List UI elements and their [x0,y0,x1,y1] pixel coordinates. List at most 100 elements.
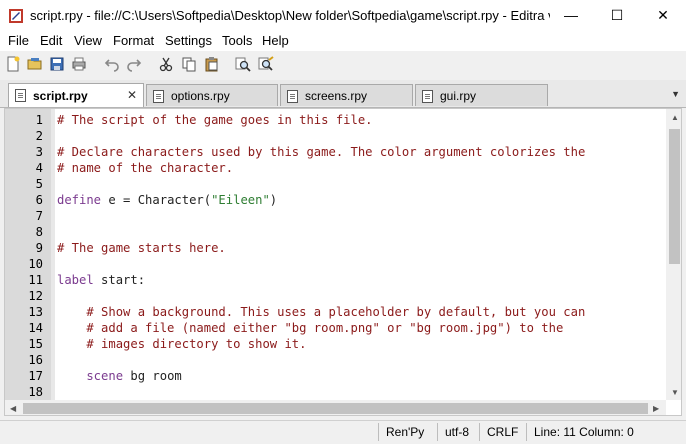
code-line: 15 # images directory to show it. [5,336,665,352]
line-number: 17 [28,369,43,383]
code-line: 8 [5,224,665,240]
save-icon[interactable] [48,55,66,73]
code-token: bg room [123,369,182,383]
redo-icon[interactable] [125,55,143,73]
line-number: 18 [28,385,43,399]
scroll-down-icon[interactable]: ▼ [671,388,679,397]
line-number: 4 [35,161,43,175]
line-number: 14 [28,321,43,335]
tab-close-icon[interactable]: ✕ [127,88,137,102]
line-number: 1 [35,113,43,127]
scroll-left-icon[interactable]: ◀ [10,404,16,413]
code-text: scene bg room [57,368,182,384]
code-line: 1 # The script of the game goes in this f… [5,112,665,128]
code-text: # The script of the game goes in this fi… [57,112,373,128]
tab-options-rpy[interactable]: options.rpy [146,84,278,106]
code-text: # add a file (named either "bg room.png"… [57,320,563,336]
tab-label: script.rpy [33,89,88,103]
code-line: 18 [5,384,665,400]
menu-edit[interactable]: Edit [40,33,62,48]
print-icon[interactable] [70,55,88,73]
status-encoding: utf-8 [445,425,470,439]
line-number: 9 [35,241,43,255]
code-token: "Eileen" [211,193,270,207]
code-token: label [57,273,94,287]
code-line: 6 define e = Character("Eileen") [5,192,665,208]
status-separator [479,423,480,441]
code-token: e = Character( [101,193,212,207]
toolbar [0,51,686,79]
find-replace-icon[interactable] [257,55,275,73]
line-number: 5 [35,177,43,191]
code-token: # add a file (named either "bg room.png"… [57,321,564,335]
close-button[interactable]: ✕ [640,0,686,31]
menu-help[interactable]: Help [262,33,289,48]
code-line: 16 [5,352,665,368]
code-line: 9 # The game starts here. [5,240,665,256]
status-language: Ren'Py [386,425,425,439]
code-text: label start: [57,272,145,288]
menu-view[interactable]: View [74,33,102,48]
menu-bar: File Edit View Format Settings Tools Hel… [0,31,686,51]
code-editor[interactable]: 1 # The script of the game goes in this f… [4,108,682,416]
tab-script-rpy[interactable]: script.rpy ✕ [8,83,144,107]
copy-icon[interactable] [180,55,198,73]
tab-label: screens.rpy [305,89,368,103]
code-token: # images directory to show it. [57,337,307,351]
line-number: 13 [28,305,43,319]
minimize-button[interactable]: — [548,0,594,31]
menu-tools[interactable]: Tools [222,33,252,48]
maximize-button[interactable]: ☐ [594,0,640,31]
editra-app-icon [9,9,23,23]
undo-icon[interactable] [103,55,121,73]
vertical-scrollbar[interactable]: ▲ ▼ [666,109,681,400]
code-line: 17 scene bg room [5,368,665,384]
code-line: 3 # Declare characters used by this game.… [5,144,665,160]
find-icon[interactable] [234,55,252,73]
code-token: # The game starts here. [57,241,226,255]
line-number: 6 [35,193,43,207]
tab-bar: script.rpy ✕ options.rpy screens.rpy gui… [0,80,686,108]
document-icon [15,89,26,102]
line-number: 15 [28,337,43,351]
tab-menu-dropdown-icon[interactable]: ▼ [671,89,680,99]
paste-icon[interactable] [203,55,221,73]
title-bar: script.rpy - file://C:\Users\Softpedia\D… [0,0,686,31]
code-line: 2 [5,128,665,144]
document-icon [153,90,164,103]
code-text: # The game starts here. [57,240,226,256]
menu-format[interactable]: Format [113,33,154,48]
code-token: # Show a background. This uses a placeho… [57,305,586,319]
menu-file[interactable]: File [8,33,29,48]
line-number: 8 [35,225,43,239]
code-line: 4 # name of the character. [5,160,665,176]
code-token: # The script of the game goes in this fi… [57,113,373,127]
menu-settings[interactable]: Settings [165,33,212,48]
open-folder-icon[interactable] [26,55,44,73]
status-separator [526,423,527,441]
new-file-icon[interactable] [4,55,22,73]
tab-label: options.rpy [171,89,230,103]
horizontal-scrollbar[interactable]: ◀ ▶ [5,400,666,415]
vertical-scroll-thumb[interactable] [669,129,680,264]
code-text: # Declare characters used by this game. … [57,144,585,160]
code-text: define e = Character("Eileen") [57,192,277,208]
scroll-up-icon[interactable]: ▲ [671,113,679,122]
horizontal-scroll-thumb[interactable] [23,403,648,414]
line-number: 2 [35,129,43,143]
tab-screens-rpy[interactable]: screens.rpy [280,84,413,106]
cut-icon[interactable] [157,55,175,73]
code-line: 11 label start: [5,272,665,288]
scroll-right-icon[interactable]: ▶ [653,404,659,413]
code-text: # name of the character. [57,160,233,176]
line-number: 12 [28,289,43,303]
line-number: 16 [28,353,43,367]
code-token: ) [269,193,278,207]
line-number: 11 [28,273,43,287]
document-icon [287,90,298,103]
line-number: 7 [35,209,43,223]
window-title: script.rpy - file://C:\Users\Softpedia\D… [30,8,550,23]
code-line: 13 # Show a background. This uses a plac… [5,304,665,320]
tab-gui-rpy[interactable]: gui.rpy [415,84,548,106]
code-line: 10 [5,256,665,272]
